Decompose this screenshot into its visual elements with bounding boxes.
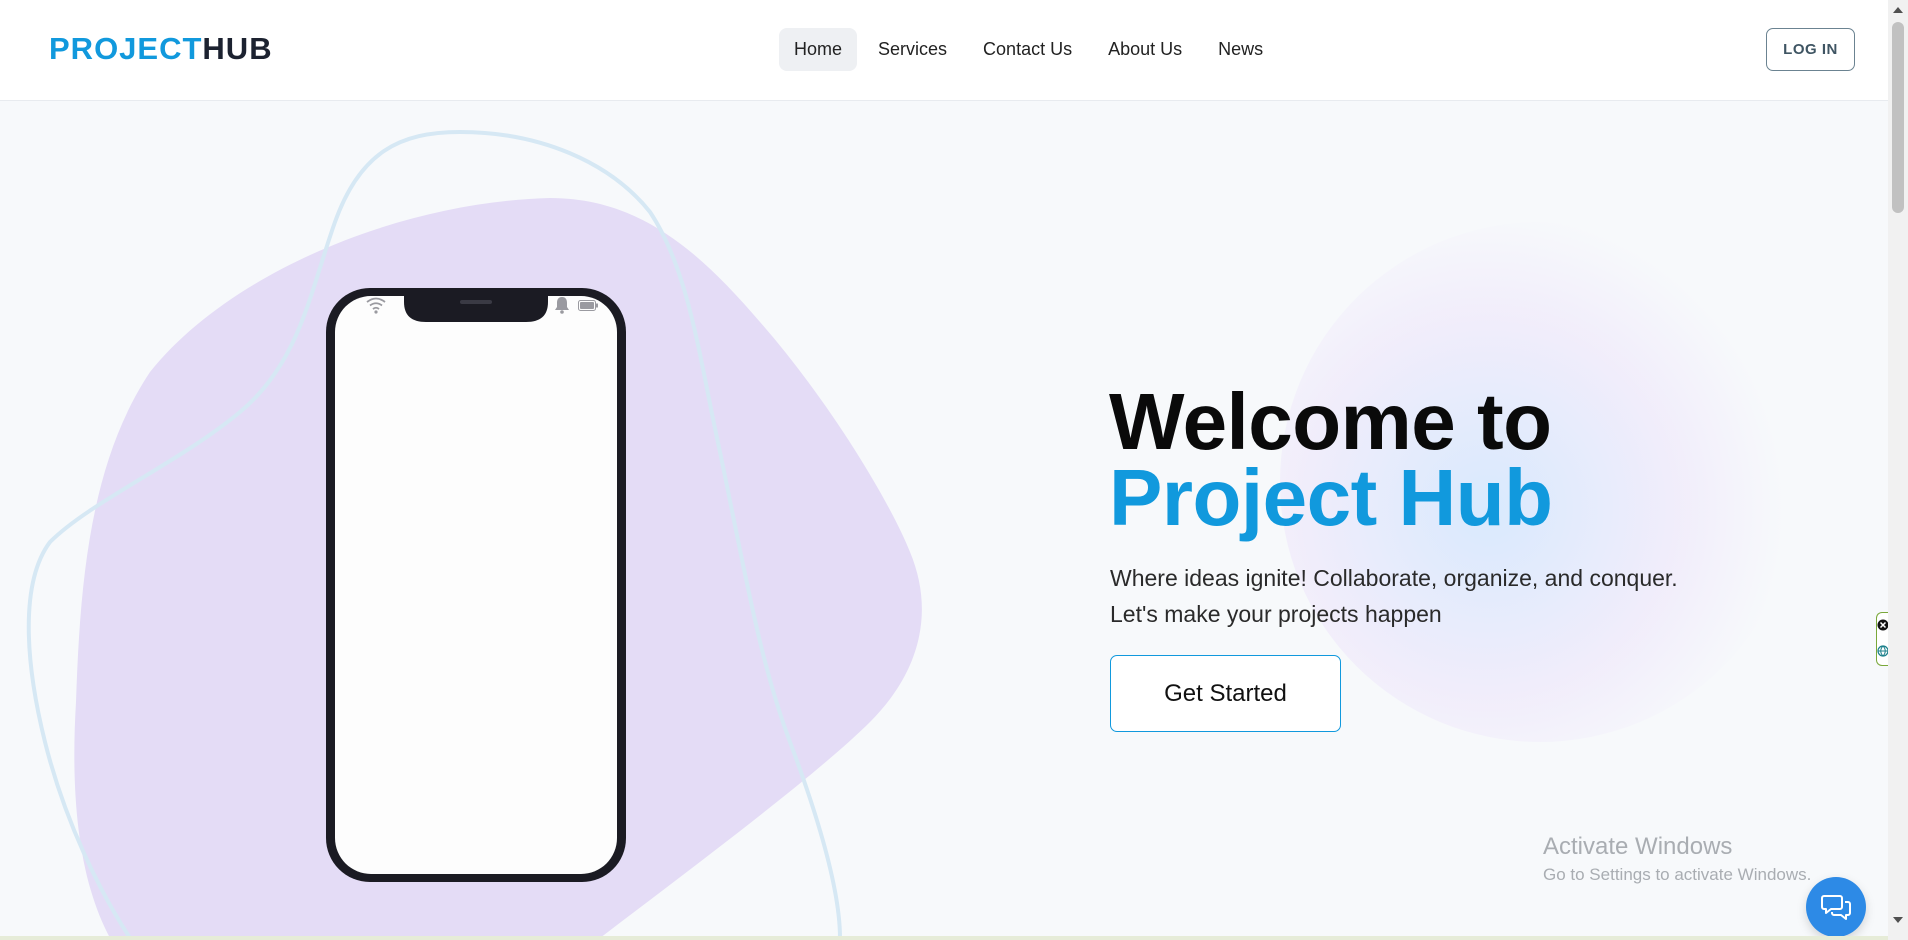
main-nav: Home Services Contact Us About Us News: [779, 28, 1278, 71]
scroll-down-arrow[interactable]: [1893, 917, 1903, 923]
hero-section: Welcome to Project Hub Where ideas ignit…: [0, 102, 1888, 938]
hero-title: Welcome to Project Hub: [1109, 377, 1553, 542]
nav-item-news[interactable]: News: [1203, 28, 1278, 71]
hero-subtitle: Where ideas ignite! Collaborate, organiz…: [1110, 560, 1730, 632]
chat-button[interactable]: [1806, 877, 1866, 937]
hero-title-line1: Welcome to: [1109, 377, 1552, 466]
brand-logo[interactable]: PROJECTHUB: [49, 31, 273, 67]
wifi-icon: [366, 297, 386, 314]
chat-bubbles-icon: [1821, 895, 1851, 920]
login-button[interactable]: LOG IN: [1766, 28, 1855, 71]
watermark-title: Activate Windows: [1543, 833, 1733, 860]
windows-activation-watermark: Activate Windows Go to Settings to activ…: [1543, 833, 1811, 885]
hero-subtitle-line1: Where ideas ignite! Collaborate, organiz…: [1110, 565, 1678, 591]
battery-icon: [578, 300, 598, 311]
nav-item-about-us[interactable]: About Us: [1093, 28, 1197, 71]
phone-mockup: [326, 288, 626, 882]
nav-item-services[interactable]: Services: [863, 28, 962, 71]
bell-icon: [555, 297, 569, 314]
nav-item-contact-us[interactable]: Contact Us: [968, 28, 1087, 71]
brand-logo-part1: PROJECT: [49, 31, 203, 66]
window-bottom-edge: [0, 936, 1888, 940]
nav-item-home[interactable]: Home: [779, 28, 858, 71]
get-started-button[interactable]: Get Started: [1110, 655, 1341, 732]
hero-subtitle-line2: Let's make your projects happen: [1110, 601, 1442, 627]
side-widget: [1876, 612, 1889, 666]
scroll-thumb[interactable]: [1892, 22, 1904, 213]
scroll-up-arrow[interactable]: [1893, 7, 1903, 13]
watermark-subtitle: Go to Settings to activate Windows.: [1543, 865, 1812, 884]
top-navbar: PROJECTHUB Home Services Contact Us Abou…: [0, 0, 1888, 101]
hero-title-line2: Project Hub: [1109, 453, 1553, 542]
brand-logo-part2: HUB: [202, 31, 273, 66]
